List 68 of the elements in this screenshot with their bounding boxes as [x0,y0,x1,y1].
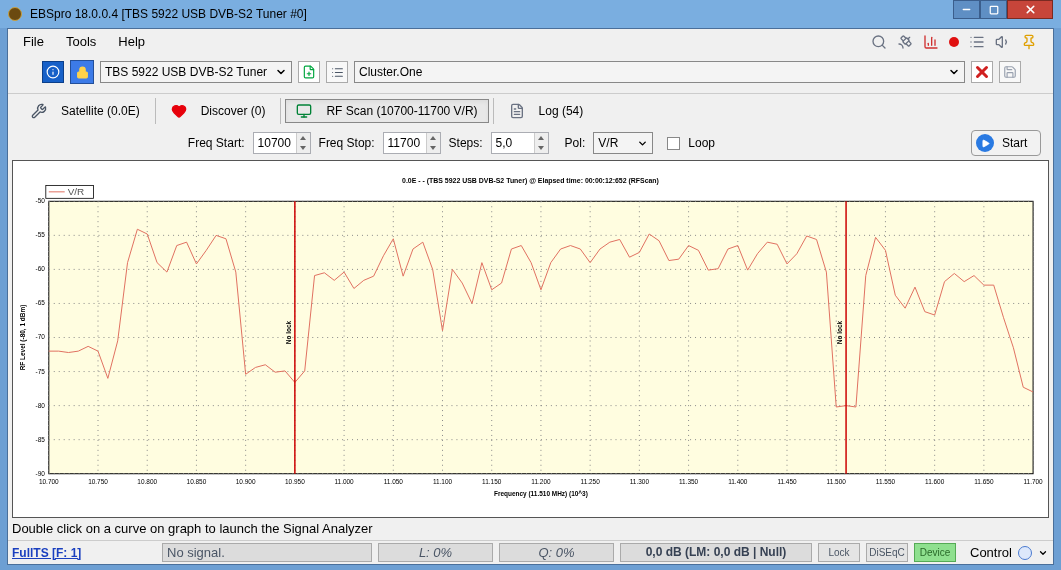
down-arrow-icon[interactable] [300,146,307,150]
cluster-dropdown[interactable]: Cluster.One [354,61,965,83]
wrench-icon [31,103,47,119]
padlock-icon [75,65,89,79]
level-reading: L: 0% [378,543,493,562]
new-file-button[interactable] [298,61,320,83]
search-icon[interactable] [871,34,887,50]
hint-text: Double click on a curve on graph to launch the Signal Analyzer [12,520,373,539]
delete-icon [973,63,991,81]
freq-stop-field[interactable]: 11700 [382,132,441,154]
up-arrow-icon[interactable] [538,136,545,140]
save-icon [1003,65,1017,79]
signal-status: No signal. [162,543,372,562]
control-label: Control [970,543,1012,562]
fullts-link[interactable]: FullTS [F: 1] [12,543,156,562]
checkbox-label: Loop [688,135,715,152]
status-indicator: Device [914,543,956,562]
close-icon [1023,3,1037,16]
monitor-icon [296,103,313,119]
up-arrow-icon[interactable] [300,136,307,140]
tab[interactable]: RF Scan (10700-11700 V/R) [285,99,489,123]
menu-item[interactable]: File [20,32,47,52]
bar-chart-icon[interactable] [923,34,939,50]
edit-button[interactable] [326,61,348,83]
play-icon [976,134,994,152]
status-indicator: Lock [818,543,860,562]
tab[interactable]: Discover (0) [159,99,277,123]
delete-button[interactable] [971,61,993,83]
satellite-icon[interactable] [897,34,913,50]
legend: V/R [45,185,94,199]
new-file-icon [302,65,316,79]
document-icon [508,103,525,119]
legend-label: V/R [67,186,85,198]
menu-item[interactable]: Tools [62,32,100,52]
start-button[interactable]: Start [971,130,1041,156]
maximize-button[interactable] [980,0,1007,19]
field-label: Freq Start: [187,135,245,152]
window-title: EBSpro 18.0.0.4 [TBS 5922 USB DVB-S2 Tuner #0] [30,6,308,23]
maximize-icon [988,4,999,15]
loop-checkbox[interactable] [667,136,681,150]
control-icon[interactable] [1017,545,1032,560]
info-button[interactable] [42,61,64,83]
list-icon [330,65,344,79]
save-button[interactable] [999,61,1021,83]
field-label: Steps: [448,135,483,152]
tuner-dropdown[interactable]: TBS 5922 USB DVB-S2 Tuner [100,61,292,83]
lock-button[interactable] [70,60,94,84]
quality-reading: Q: 0% [499,543,614,562]
freq-start-field[interactable]: 10700 [252,132,311,154]
info-icon [46,65,60,79]
up-arrow-icon[interactable] [430,136,437,140]
tab[interactable]: Log (54) [497,99,595,123]
snr-reading: 0,0 dB (LM: 0,0 dB | Null) [620,543,812,562]
close-button[interactable] [1007,0,1053,19]
record-icon[interactable] [949,37,959,47]
field-label: Freq Stop: [318,135,375,152]
steps-field[interactable]: 5,0 [490,132,549,154]
down-arrow-icon[interactable] [538,146,545,150]
app-icon [8,7,22,21]
down-arrow-icon[interactable] [430,146,437,150]
minimize-button[interactable] [953,0,980,19]
pol-dropdown[interactable]: V/R [593,132,654,154]
heart-icon [170,103,187,119]
tab[interactable]: Satellite (0.0E) [20,99,151,123]
field-label: Pol: [564,135,586,152]
menu-item[interactable]: Help [115,32,149,52]
status-indicator: DiSEqC [866,543,908,562]
list-icon[interactable] [969,34,985,50]
